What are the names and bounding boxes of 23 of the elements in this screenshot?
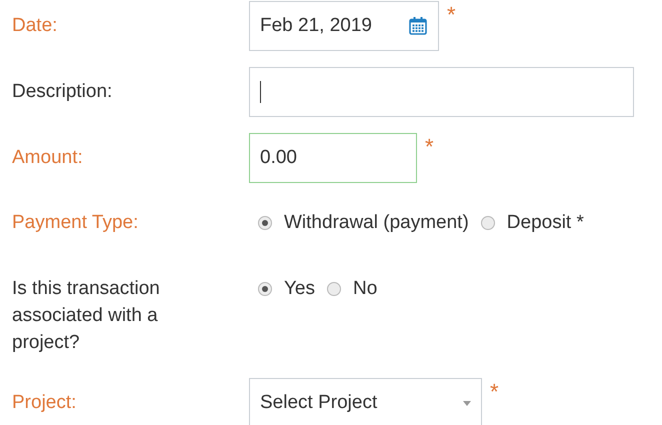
radio-label: Deposit * <box>506 212 584 234</box>
field-label: Date: <box>12 14 58 38</box>
field-label: Payment Type: <box>12 211 140 235</box>
radio-button[interactable] <box>480 216 495 230</box>
radio-button[interactable] <box>327 282 341 296</box>
required-mark: * <box>447 1 456 29</box>
field-label: Amount: <box>12 146 84 170</box>
field-label: Project: <box>12 391 78 415</box>
calendar-icon[interactable] <box>408 16 428 36</box>
text-field[interactable]: 0.00 <box>249 133 417 183</box>
project-select[interactable]: Select Project <box>249 378 482 425</box>
radio-label: No <box>353 278 378 300</box>
field-label: Description: <box>12 80 114 104</box>
caret-icon <box>463 400 471 406</box>
field-label: Is this transaction associated with a project? <box>12 277 161 355</box>
date-field[interactable]: Feb 21, 2019 <box>249 1 439 51</box>
required-mark: * <box>490 378 499 406</box>
radio-button[interactable] <box>258 282 272 296</box>
text-field[interactable] <box>249 67 634 117</box>
radio-button[interactable] <box>258 216 272 230</box>
required-mark: * <box>425 133 434 161</box>
radio-label: Yes <box>284 278 315 300</box>
radio-label: Withdrawal (payment) <box>284 212 469 234</box>
